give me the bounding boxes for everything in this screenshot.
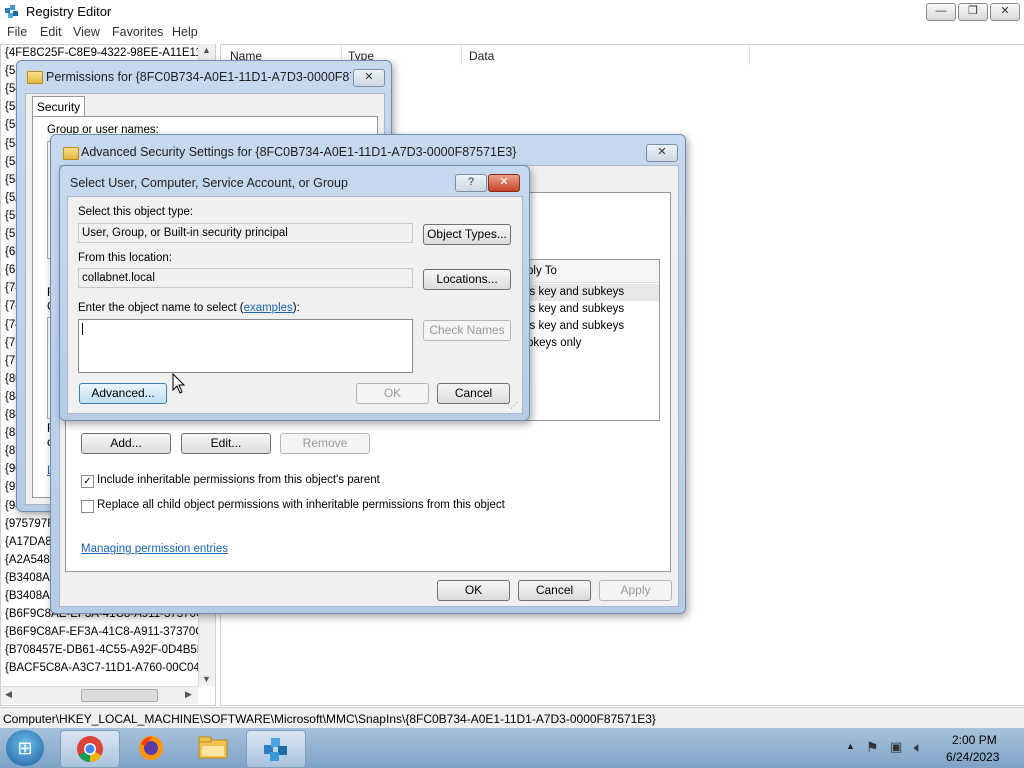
column-divider bbox=[749, 45, 750, 65]
column-data[interactable]: Data bbox=[469, 49, 494, 63]
taskbar-firefox[interactable] bbox=[122, 730, 180, 766]
column-divider bbox=[461, 45, 462, 65]
replace-child-checkbox[interactable] bbox=[81, 500, 94, 513]
entry-apply-to: is key and subkeys bbox=[527, 286, 625, 298]
enter-label-end: ): bbox=[292, 302, 300, 314]
show-hidden-icons-icon[interactable]: ▲ bbox=[846, 741, 855, 751]
volume-icon[interactable]: 🔈︎ bbox=[914, 739, 922, 756]
advanced-button[interactable]: Advanced... bbox=[79, 383, 167, 404]
entry-apply-to: is key and subkeys bbox=[527, 320, 625, 332]
object-type-label: Select this object type: bbox=[78, 206, 194, 218]
status-bar: Computer\HKEY_LOCAL_MACHINE\SOFTWARE\Mic… bbox=[0, 707, 1024, 729]
select-close-button[interactable]: ✕ bbox=[488, 174, 520, 192]
firefox-icon bbox=[139, 736, 163, 760]
advanced-close-button[interactable]: ✕ bbox=[646, 144, 678, 162]
chrome-icon bbox=[77, 736, 103, 763]
location-label: From this location: bbox=[78, 252, 172, 264]
locations-button[interactable]: Locations... bbox=[423, 269, 511, 290]
entry-apply-to: bkeys only bbox=[527, 337, 582, 349]
window-title: Registry Editor bbox=[26, 4, 112, 19]
network-icon[interactable]: ▣ bbox=[890, 739, 902, 755]
taskbar-regedit[interactable] bbox=[246, 730, 306, 768]
add-button[interactable]: Add... bbox=[81, 433, 171, 454]
clock-time[interactable]: 2:00 PM bbox=[952, 733, 997, 747]
select-user-dialog: Select User, Computer, Service Account, … bbox=[59, 165, 530, 421]
permissions-title: Permissions for {8FC0B734-A0E1-11D1-A7D3… bbox=[46, 70, 351, 84]
start-button[interactable]: ⊞ bbox=[6, 730, 44, 766]
enter-label-text: Enter the object name to select ( bbox=[78, 302, 244, 314]
advanced-ok-button[interactable]: OK bbox=[437, 580, 510, 601]
taskbar: ⊞ ▲ ⚑ ▣ 🔈︎ bbox=[0, 728, 1024, 768]
tree-key[interactable]: {B6F9C8AF-EF3A-41C8-A911-37370C bbox=[5, 626, 204, 638]
scroll-down-arrow-icon[interactable]: ▼ bbox=[202, 674, 211, 684]
mouse-cursor-icon bbox=[172, 372, 186, 395]
explorer-icon bbox=[198, 736, 228, 759]
scroll-left-arrow-icon[interactable]: ◀ bbox=[5, 689, 12, 700]
menu-edit[interactable]: Edit bbox=[40, 25, 62, 39]
tree-key[interactable]: {A2A5489 bbox=[5, 554, 56, 566]
tree-key[interactable]: {B3408A2 bbox=[5, 572, 56, 584]
entry-apply-to: is key and subkeys bbox=[527, 303, 625, 315]
tree-horizontal-scrollbar[interactable]: ◀ ▶ bbox=[1, 686, 198, 704]
examples-link[interactable]: examples bbox=[244, 302, 293, 314]
menu-favorites[interactable]: Favorites bbox=[112, 25, 163, 39]
maximize-button[interactable]: ❐ bbox=[958, 3, 988, 21]
select-cancel-button[interactable]: Cancel bbox=[437, 383, 510, 404]
taskbar-chrome[interactable] bbox=[60, 730, 120, 768]
tree-key[interactable]: {975797F bbox=[5, 518, 54, 530]
scroll-up-arrow-icon[interactable]: ▲ bbox=[202, 45, 211, 55]
edit-button[interactable]: Edit... bbox=[181, 433, 271, 454]
replace-child-label: Replace all child object permissions wit… bbox=[97, 499, 505, 511]
regedit-app-icon bbox=[4, 3, 20, 19]
permissions-close-button[interactable]: ✕ bbox=[353, 69, 385, 87]
regedit-icon bbox=[264, 738, 287, 761]
menu-bar: File Edit View Favorites Help bbox=[0, 22, 1024, 42]
clock-date[interactable]: 6/24/2023 bbox=[946, 750, 999, 764]
tree-key[interactable]: {A17DA8 bbox=[5, 536, 52, 548]
tab-security[interactable]: Security bbox=[32, 96, 85, 117]
managing-permission-link[interactable]: Managing permission entries bbox=[81, 543, 228, 555]
select-ok-button[interactable]: OK bbox=[356, 383, 429, 404]
check-names-button[interactable]: Check Names bbox=[423, 320, 511, 341]
tree-key[interactable]: {BACF5C8A-A3C7-11D1-A760-00C04 bbox=[5, 662, 200, 674]
folder-icon bbox=[27, 71, 43, 84]
object-types-button[interactable]: Object Types... bbox=[423, 224, 511, 245]
advanced-security-title: Advanced Security Settings for {8FC0B734… bbox=[81, 145, 517, 159]
folder-icon bbox=[63, 147, 79, 160]
advanced-cancel-button[interactable]: Cancel bbox=[518, 580, 591, 601]
include-inheritable-label: Include inheritable permissions from thi… bbox=[97, 474, 380, 486]
enter-object-name-label: Enter the object name to select (example… bbox=[78, 302, 300, 314]
action-center-icon[interactable]: ⚑ bbox=[866, 739, 879, 756]
tree-key[interactable]: {B708457E-DB61-4C55-A92F-0D4B5E bbox=[5, 644, 204, 656]
remove-button[interactable]: Remove bbox=[280, 433, 370, 454]
object-type-field: User, Group, or Built-in security princi… bbox=[78, 223, 413, 243]
menu-help[interactable]: Help bbox=[172, 25, 198, 39]
select-user-body: Select this object type: User, Group, or… bbox=[67, 196, 523, 414]
title-bar: Registry Editor — ❐ ✕ bbox=[0, 0, 1024, 22]
minimize-button[interactable]: — bbox=[926, 3, 956, 21]
apply-button[interactable]: Apply bbox=[599, 580, 672, 601]
tree-key[interactable]: {4FE8C25F-C8E9-4322-98EE-A11E117 bbox=[5, 47, 208, 59]
object-name-input[interactable] bbox=[78, 319, 413, 373]
taskbar-explorer[interactable] bbox=[184, 730, 242, 766]
scroll-right-arrow-icon[interactable]: ▶ bbox=[185, 689, 192, 700]
menu-view[interactable]: View bbox=[73, 25, 100, 39]
select-user-title: Select User, Computer, Service Account, … bbox=[70, 176, 348, 190]
include-inheritable-checkbox[interactable]: ✓ bbox=[81, 475, 94, 488]
location-field: collabnet.local bbox=[78, 268, 413, 288]
menu-file[interactable]: File bbox=[7, 25, 27, 39]
help-button[interactable]: ? bbox=[455, 174, 487, 192]
tree-key[interactable]: {B3408A2 bbox=[5, 590, 56, 602]
registry-path: Computer\HKEY_LOCAL_MACHINE\SOFTWARE\Mic… bbox=[3, 712, 656, 726]
column-apply-to[interactable]: ply To bbox=[527, 265, 557, 277]
resize-grip-icon[interactable]: ⋰ bbox=[510, 401, 518, 410]
text-cursor bbox=[82, 323, 83, 335]
close-button[interactable]: ✕ bbox=[990, 3, 1020, 21]
scroll-thumb[interactable] bbox=[81, 689, 158, 702]
